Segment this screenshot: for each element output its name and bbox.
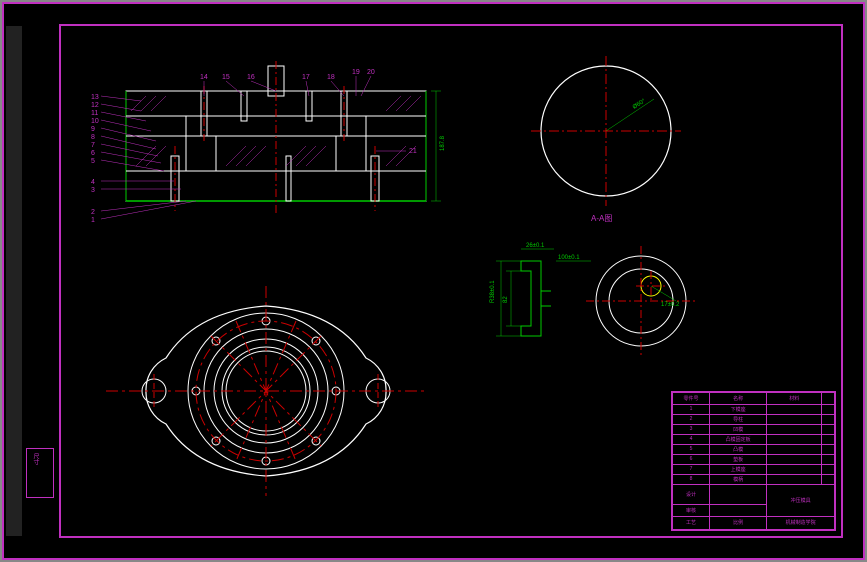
drawing-title: 冲压模具 <box>767 484 835 516</box>
callout-17: 17 <box>302 74 310 81</box>
callout-20: 20 <box>367 69 375 76</box>
ruler-vertical <box>6 26 22 536</box>
callout-6: 6 <box>91 150 95 157</box>
callout-3: 3 <box>91 187 95 194</box>
drawing-border: 13 12 11 10 9 8 7 6 5 4 3 2 1 14 15 16 1… <box>59 24 843 538</box>
dim-d1: 100±0.1 <box>558 255 580 261</box>
dim-d3: R38±0.1 <box>490 280 496 303</box>
dim-d4: 26±0.1 <box>526 243 545 249</box>
section-view: 13 12 11 10 9 8 7 6 5 4 3 2 1 14 15 16 1… <box>86 61 466 261</box>
side-tab[interactable]: 尺寸 <box>26 448 54 498</box>
callout-14: 14 <box>200 74 208 81</box>
callout-7: 7 <box>91 142 95 149</box>
callout-15: 15 <box>222 74 230 81</box>
callout-18: 18 <box>327 74 335 81</box>
dim-height: 187.8 <box>440 135 446 151</box>
callout-5: 5 <box>91 158 95 165</box>
callout-19: 19 <box>352 69 360 76</box>
callout-8: 8 <box>91 134 95 141</box>
callout-16: 16 <box>247 74 255 81</box>
callout-10: 10 <box>91 118 99 125</box>
callout-13: 13 <box>91 94 99 101</box>
title-block: 零件号名称材料 1下模座 2导柱 3凹模 4凸模固定板 5凸模 6垫板 7上模座… <box>671 391 836 531</box>
plan-view <box>76 266 456 516</box>
detail-views: R38±0.1 82 26±0.1 100±0.1 <box>486 231 716 371</box>
top-circle-view: Ø60° A-A图 <box>506 51 706 231</box>
drawing-canvas[interactable]: 13 12 11 10 9 8 7 6 5 4 3 2 1 14 15 16 1… <box>66 31 836 531</box>
callout-1: 1 <box>91 217 95 224</box>
callout-12: 12 <box>91 102 99 109</box>
dim-d2: 82 <box>503 296 509 303</box>
callout-4: 4 <box>91 179 95 186</box>
callout-21: 21 <box>409 148 417 155</box>
callout-2: 2 <box>91 209 95 216</box>
dim-d5: 17±0.2 <box>661 302 680 308</box>
callout-11: 11 <box>91 110 98 117</box>
callout-9: 9 <box>91 126 95 133</box>
section-label: A-A图 <box>591 214 612 223</box>
cad-viewport[interactable]: 13 12 11 10 9 8 7 6 5 4 3 2 1 14 15 16 1… <box>2 2 865 560</box>
